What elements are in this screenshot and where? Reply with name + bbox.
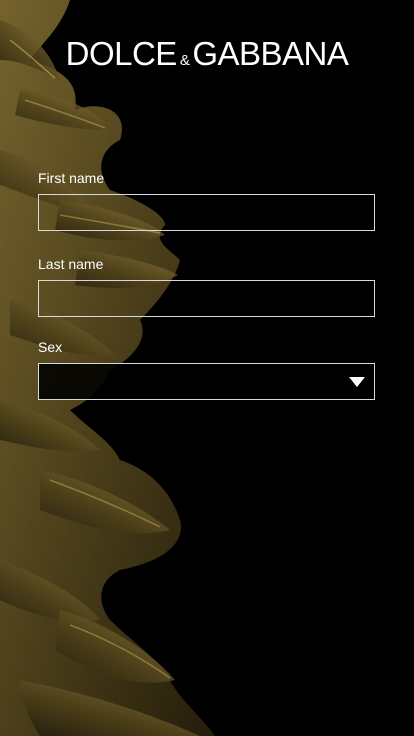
first-name-label: First name bbox=[38, 170, 105, 186]
registration-screen: DOLCE &GABBANA First name Last name Sex bbox=[0, 0, 414, 736]
logo-text-left: DOLCE bbox=[65, 35, 178, 72]
brand-logo: DOLCE &GABBANA bbox=[0, 34, 414, 81]
first-name-field-box bbox=[38, 194, 375, 231]
first-name-input[interactable] bbox=[39, 195, 374, 230]
logo-ampersand: & bbox=[179, 52, 190, 69]
chevron-down-icon bbox=[349, 377, 365, 387]
last-name-label: Last name bbox=[38, 256, 104, 272]
sex-select[interactable] bbox=[38, 363, 375, 400]
logo-text-right: GABBANA bbox=[192, 35, 349, 72]
sex-label: Sex bbox=[38, 339, 63, 355]
last-name-field-box bbox=[38, 280, 375, 317]
last-name-input[interactable] bbox=[39, 281, 374, 316]
